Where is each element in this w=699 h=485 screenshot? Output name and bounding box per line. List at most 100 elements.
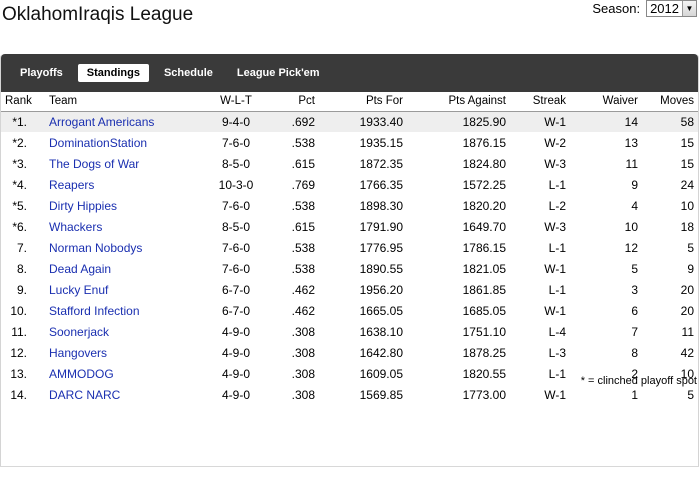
team-cell: Soonerjack bbox=[41, 321, 201, 342]
streak-cell: W-1 bbox=[544, 303, 566, 318]
chevron-down-icon[interactable]: ▼ bbox=[682, 1, 696, 16]
divider bbox=[0, 466, 699, 467]
pct-cell: .692 bbox=[271, 111, 317, 132]
pts-against-cell: 1751.10 bbox=[462, 324, 506, 339]
tab-playoffs[interactable]: Playoffs bbox=[11, 64, 72, 82]
pct-cell: .308 bbox=[291, 366, 315, 381]
pct-cell: .308 bbox=[291, 324, 315, 339]
team-link[interactable]: Stafford Infection bbox=[49, 304, 140, 318]
streak-cell: L-1 bbox=[548, 366, 566, 381]
tab-league-pickem[interactable]: League Pick'em bbox=[228, 64, 329, 82]
column-header-team: Team bbox=[41, 92, 201, 112]
waiver-cell: 8 bbox=[631, 345, 638, 360]
pts-against-cell: 1821.05 bbox=[462, 261, 506, 276]
moves-cell: 42 bbox=[680, 345, 694, 360]
wlt-cell: 4-9-0 bbox=[221, 324, 250, 339]
rank-cell: 13. bbox=[10, 366, 27, 381]
pts-against-cell: 1861.85 bbox=[462, 282, 506, 297]
team-link[interactable]: Dead Again bbox=[49, 262, 111, 276]
wlt-cell: 7-6-0 bbox=[221, 240, 250, 255]
table-row: *6. Whackers 8-5-0 .615 1791.90 1649.70 W-3 10 1… bbox=[1, 216, 698, 237]
pts-against-cell: 1820.55 bbox=[462, 366, 506, 381]
streak-cell: L-2 bbox=[548, 198, 566, 213]
table-row: *5. Dirty Hippies 7-6-0 .538 1898.30 1820.20 L… bbox=[1, 195, 698, 216]
moves-cell: 58 bbox=[644, 111, 698, 132]
rank-cell: 12. bbox=[10, 345, 27, 360]
waiver-cell: 9 bbox=[631, 177, 638, 192]
team-link[interactable]: Arrogant Americans bbox=[49, 115, 154, 129]
wlt-cell: 8-5-0 bbox=[221, 219, 250, 234]
waiver-cell: 11 bbox=[625, 156, 638, 171]
streak-cell: W-1 bbox=[544, 387, 566, 402]
team-link[interactable]: AMMODOG bbox=[49, 367, 114, 381]
wlt-cell: 9-4-0 bbox=[201, 111, 271, 132]
pct-cell: .538 bbox=[291, 198, 315, 213]
rank-cell: *2. bbox=[12, 135, 27, 150]
waiver-cell: 1 bbox=[631, 387, 638, 402]
team-link[interactable]: DARC NARC bbox=[49, 388, 120, 402]
table-row: 8. Dead Again 7-6-0 .538 1890.55 1821.05 W-1 5 9 bbox=[1, 258, 698, 279]
team-link[interactable]: Hangovers bbox=[49, 346, 107, 360]
pct-cell: .769 bbox=[291, 177, 315, 192]
pts-for-cell: 1791.90 bbox=[359, 219, 403, 234]
team-cell: DominationStation bbox=[41, 132, 201, 153]
wlt-cell: 4-9-0 bbox=[221, 345, 250, 360]
team-link[interactable]: The Dogs of War bbox=[49, 157, 139, 171]
team-link[interactable]: Reapers bbox=[49, 178, 94, 192]
team-link[interactable]: Dirty Hippies bbox=[49, 199, 117, 213]
waiver-cell: 6 bbox=[631, 303, 638, 318]
waiver-cell: 3 bbox=[631, 282, 638, 297]
pts-against-cell: 1878.25 bbox=[462, 345, 506, 360]
pct-cell: .308 bbox=[291, 345, 315, 360]
table-row: *4. Reapers 10-3-0 .769 1766.35 1572.25 L-1 9 24 bbox=[1, 174, 698, 195]
moves-cell: 9 bbox=[687, 261, 694, 276]
wlt-cell: 10-3-0 bbox=[218, 177, 254, 192]
table-row: *2. DominationStation 7-6-0 .538 1935.15 1876… bbox=[1, 132, 698, 153]
streak-cell: L-1 bbox=[548, 177, 566, 192]
team-cell: Hangovers bbox=[41, 342, 201, 363]
pct-cell: .538 bbox=[291, 135, 315, 150]
pts-for-cell: 1933.40 bbox=[317, 111, 405, 132]
team-link[interactable]: Soonerjack bbox=[49, 325, 109, 339]
team-link[interactable]: Whackers bbox=[49, 220, 102, 234]
pts-for-cell: 1665.05 bbox=[359, 303, 403, 318]
pct-cell: .462 bbox=[291, 282, 315, 297]
pct-cell: .615 bbox=[291, 156, 315, 171]
waiver-cell: 10 bbox=[624, 219, 638, 234]
waiver-cell: 4 bbox=[631, 198, 638, 213]
season-select[interactable]: 2012 ▼ bbox=[646, 0, 697, 17]
pts-for-cell: 1898.30 bbox=[359, 198, 403, 213]
table-row: 9. Lucky Enuf 6-7-0 .462 1956.20 1861.85 L-1 3 2… bbox=[1, 279, 698, 300]
waiver-cell: 7 bbox=[631, 324, 638, 339]
rank-cell: *5. bbox=[12, 198, 27, 213]
pts-against-cell: 1773.00 bbox=[462, 387, 506, 402]
team-cell: Stafford Infection bbox=[41, 300, 201, 321]
moves-cell: 15 bbox=[680, 156, 694, 171]
streak-cell: W-1 bbox=[508, 111, 574, 132]
tab-standings[interactable]: Standings bbox=[77, 64, 149, 82]
team-link[interactable]: Norman Nobodys bbox=[49, 241, 142, 255]
pts-against-cell: 1820.20 bbox=[462, 198, 506, 213]
team-cell: DARC NARC bbox=[41, 384, 201, 405]
wlt-cell: 4-9-0 bbox=[221, 366, 250, 381]
team-cell: Arrogant Americans bbox=[41, 111, 201, 132]
moves-cell: 20 bbox=[680, 282, 694, 297]
pct-cell: .615 bbox=[291, 219, 315, 234]
wlt-cell: 6-7-0 bbox=[221, 282, 250, 297]
moves-cell: 5 bbox=[687, 387, 694, 402]
pts-for-cell: 1890.55 bbox=[359, 261, 403, 276]
team-link[interactable]: Lucky Enuf bbox=[49, 283, 108, 297]
streak-cell: L-4 bbox=[548, 324, 566, 339]
pts-against-cell: 1685.05 bbox=[462, 303, 506, 318]
column-header-pts-against: Pts Against bbox=[405, 92, 508, 112]
rank-cell: 7. bbox=[16, 240, 27, 255]
pts-against-cell: 1649.70 bbox=[462, 219, 506, 234]
pts-for-cell: 1638.10 bbox=[359, 324, 403, 339]
team-link[interactable]: DominationStation bbox=[49, 136, 147, 150]
tab-schedule[interactable]: Schedule bbox=[155, 64, 222, 82]
pct-cell: .538 bbox=[291, 261, 315, 276]
pts-against-cell: 1572.25 bbox=[462, 177, 506, 192]
streak-cell: L-1 bbox=[548, 282, 566, 297]
pct-cell: .462 bbox=[291, 303, 315, 318]
table-row: *3. The Dogs of War 8-5-0 .615 1872.35 1824.8… bbox=[1, 153, 698, 174]
